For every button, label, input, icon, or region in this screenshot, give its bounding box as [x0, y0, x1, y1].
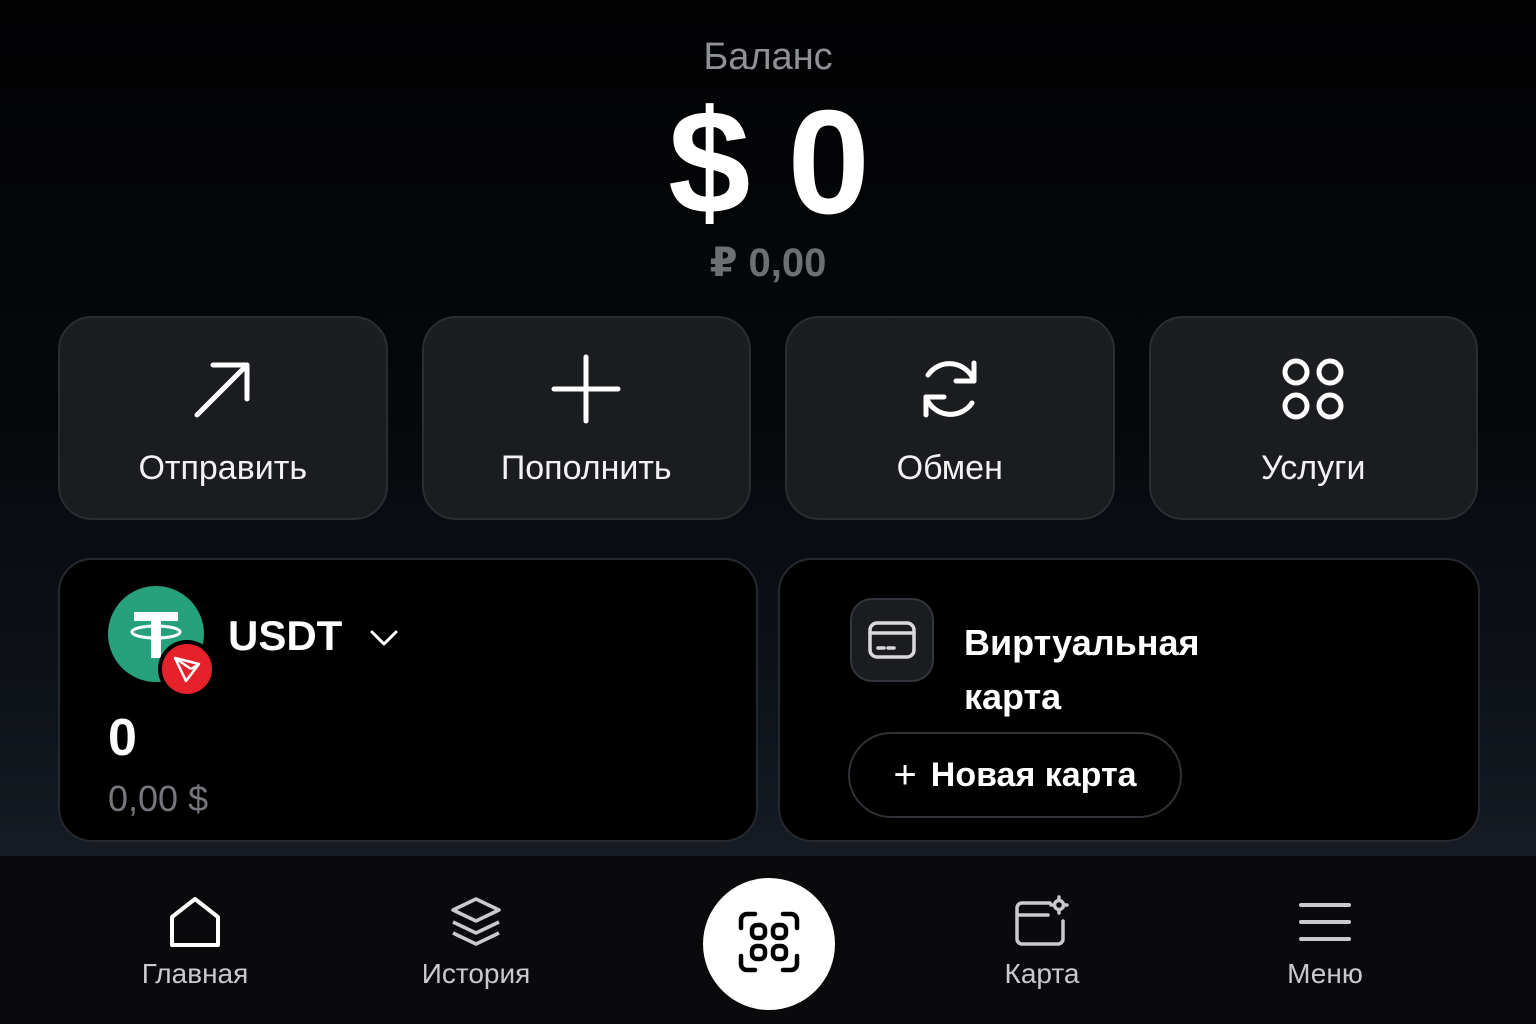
qr-scan-button[interactable]: [703, 878, 835, 1010]
plus-icon: [546, 349, 626, 429]
bottom-nav: Главная История Карта Меню: [0, 856, 1536, 1024]
refresh-icon: [910, 349, 990, 429]
usdt-wallet-card[interactable]: USDT 0 0,00 $: [58, 558, 758, 842]
token-selector[interactable]: USDT: [228, 612, 342, 660]
virtual-card-title: Виртуальная карта: [964, 622, 1200, 717]
token-amount: 0: [108, 709, 137, 767]
top-up-button[interactable]: Пополнить: [421, 316, 751, 520]
exchange-label: Обмен: [896, 448, 1003, 487]
nav-card-label: Карта: [1004, 958, 1080, 989]
new-card-label: Новая карта: [930, 755, 1137, 794]
nav-card[interactable]: Карта: [942, 892, 1142, 990]
nav-history-label: История: [421, 958, 531, 989]
services-label: Услуги: [1260, 448, 1366, 487]
nav-home-label: Главная: [141, 958, 249, 989]
nav-menu[interactable]: Меню: [1225, 892, 1425, 990]
new-card-button[interactable]: + Новая карта: [848, 732, 1182, 818]
home-icon: [165, 892, 225, 952]
credit-card-icon: [850, 598, 934, 682]
layers-icon: [446, 892, 506, 952]
arrow-up-right-icon: [183, 349, 263, 429]
balance-amount: $ 0: [668, 80, 870, 245]
action-tiles: Отправить Пополнить Обмен Услуги: [58, 316, 1478, 520]
tron-network-icon: [158, 640, 216, 698]
plus-icon: +: [893, 753, 917, 797]
exchange-button[interactable]: Обмен: [785, 316, 1115, 520]
send-button[interactable]: Отправить: [58, 316, 388, 520]
menu-icon: [1295, 892, 1355, 952]
grid-icon: [1273, 349, 1353, 429]
services-button[interactable]: Услуги: [1148, 316, 1478, 520]
card-settings-icon: [1012, 892, 1072, 952]
nav-home[interactable]: Главная: [95, 892, 295, 990]
top-up-label: Пополнить: [500, 448, 672, 487]
nav-history[interactable]: История: [376, 892, 576, 990]
send-label: Отправить: [138, 448, 308, 487]
wallet-screen: Баланс $ 0 ₽ 0,00 Отправить Пополнить Об…: [0, 0, 1536, 1024]
token-fiat-value: 0,00 $: [108, 778, 209, 819]
qr-scan-icon: [737, 910, 801, 979]
balance-rub: ₽ 0,00: [709, 241, 827, 285]
virtual-card-panel: Виртуальная карта + Новая карта: [778, 558, 1480, 842]
chevron-down-icon[interactable]: [366, 620, 402, 656]
balance-label: Баланс: [703, 36, 833, 78]
nav-menu-label: Меню: [1287, 958, 1363, 989]
